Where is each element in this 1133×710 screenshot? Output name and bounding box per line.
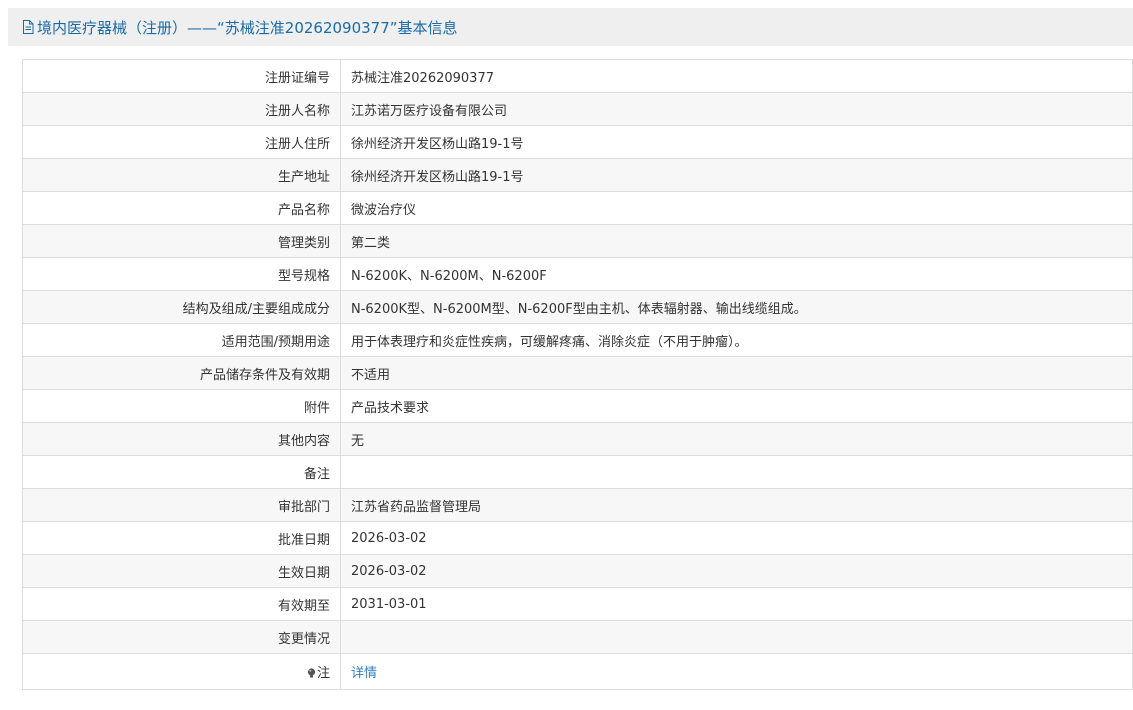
field-value: 江苏诺万医疗设备有限公司 <box>340 92 1133 126</box>
table-row: 产品名称 微波治疗仪 <box>22 191 1133 225</box>
field-label: 备注 <box>22 455 341 489</box>
field-label: 注册人住所 <box>22 125 341 159</box>
field-value: 江苏省药品监督管理局 <box>340 488 1133 522</box>
field-label: 注册人名称 <box>22 92 341 126</box>
table-row: 备注 <box>22 455 1133 489</box>
field-value: N-6200K型、N-6200M型、N-6200F型由主机、体表辐射器、输出线缆… <box>340 290 1133 324</box>
table-row: 变更情况 <box>22 620 1133 654</box>
note-value-cell: 详情 <box>340 653 1133 690</box>
field-value: 2026-03-02 <box>340 554 1133 588</box>
field-label: 批准日期 <box>22 521 341 555</box>
table-row-note: 注 详情 <box>22 653 1133 690</box>
field-label: 审批部门 <box>22 488 341 522</box>
table-row: 产品储存条件及有效期 不适用 <box>22 356 1133 390</box>
field-value: 徐州经济开发区杨山路19-1号 <box>340 158 1133 192</box>
table-row: 附件 产品技术要求 <box>22 389 1133 423</box>
field-label: 产品储存条件及有效期 <box>22 356 341 390</box>
field-label: 附件 <box>22 389 341 423</box>
note-label-cell: 注 <box>22 653 341 690</box>
table-row: 注册人住所 徐州经济开发区杨山路19-1号 <box>22 125 1133 159</box>
table-row: 结构及组成/主要组成成分 N-6200K型、N-6200M型、N-6200F型由主… <box>22 290 1133 324</box>
table-row: 生产地址 徐州经济开发区杨山路19-1号 <box>22 158 1133 192</box>
field-label: 适用范围/预期用途 <box>22 323 341 357</box>
field-label: 有效期至 <box>22 587 341 621</box>
field-value: 2026-03-02 <box>340 521 1133 555</box>
field-label: 生效日期 <box>22 554 341 588</box>
field-label: 其他内容 <box>22 422 341 456</box>
field-label: 型号规格 <box>22 257 341 291</box>
table-row: 管理类别 第二类 <box>22 224 1133 258</box>
field-value: 苏械注准20262090377 <box>340 59 1133 93</box>
field-value: 不适用 <box>340 356 1133 390</box>
field-label: 生产地址 <box>22 158 341 192</box>
document-icon <box>22 20 34 34</box>
field-value: 2031-03-01 <box>340 587 1133 621</box>
field-value: 用于体表理疗和炎症性疾病，可缓解疼痛、消除炎症（不用于肿瘤）。 <box>340 323 1133 357</box>
page-title: 境内医疗器械（注册）——“苏械注准20262090377”基本信息 <box>37 18 458 37</box>
table-row: 批准日期 2026-03-02 <box>22 521 1133 555</box>
table-row: 审批部门 江苏省药品监督管理局 <box>22 488 1133 522</box>
table-row: 注册人名称 江苏诺万医疗设备有限公司 <box>22 92 1133 126</box>
field-value: 无 <box>340 422 1133 456</box>
table-row: 注册证编号 苏械注准20262090377 <box>22 59 1133 93</box>
field-value: 第二类 <box>340 224 1133 258</box>
field-label: 注册证编号 <box>22 59 341 93</box>
info-panel: 境内医疗器械（注册）——“苏械注准20262090377”基本信息 注册证编号苏… <box>8 8 1133 710</box>
table-row: 适用范围/预期用途 用于体表理疗和炎症性疾病，可缓解疼痛、消除炎症（不用于肿瘤）。 <box>22 323 1133 357</box>
field-value: 产品技术要求 <box>340 389 1133 423</box>
bulb-icon <box>307 668 316 678</box>
table-row: 有效期至 2031-03-01 <box>22 587 1133 621</box>
field-label: 产品名称 <box>22 191 341 225</box>
table-row: 生效日期 2026-03-02 <box>22 554 1133 588</box>
details-link[interactable]: 详情 <box>351 666 377 681</box>
panel-header: 境内医疗器械（注册）——“苏械注准20262090377”基本信息 <box>8 8 1133 46</box>
info-table: 注册证编号 苏械注准20262090377 注册人名称 江苏诺万医疗设备有限公司 注册人… <box>22 59 1133 690</box>
field-value <box>340 620 1133 654</box>
field-value: 徐州经济开发区杨山路19-1号 <box>340 125 1133 159</box>
table-row: 其他内容无 <box>22 422 1133 456</box>
note-label: 注 <box>316 666 330 681</box>
field-value <box>340 455 1133 489</box>
field-label: 变更情况 <box>22 620 341 654</box>
field-label: 结构及组成/主要组成成分 <box>22 290 341 324</box>
table-row: 型号规格 N-6200K、N-6200M、N-6200F <box>22 257 1133 291</box>
field-value: 微波治疗仪 <box>340 191 1133 225</box>
field-label: 管理类别 <box>22 224 341 258</box>
field-value: N-6200K、N-6200M、N-6200F <box>340 257 1133 291</box>
